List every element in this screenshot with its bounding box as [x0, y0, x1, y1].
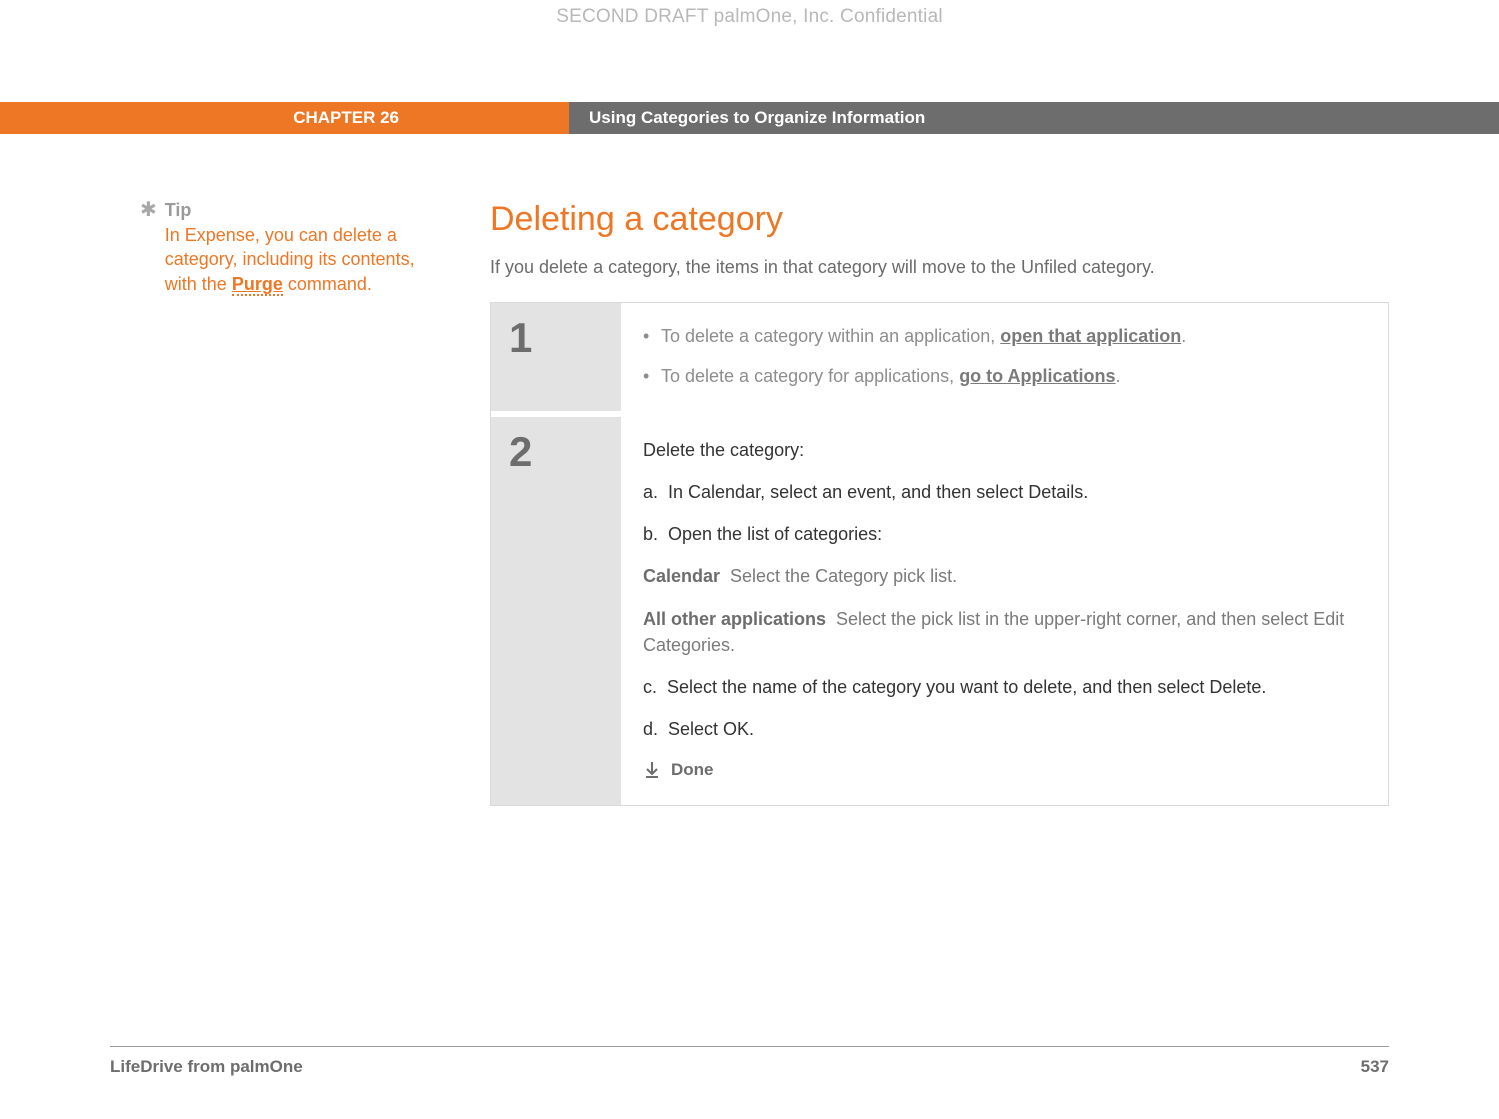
bullet-item: • To delete a category for applications,…: [643, 363, 1366, 389]
done-label: Done: [671, 758, 714, 783]
step-number: 2: [509, 431, 603, 473]
substep-d-text: Select OK.: [668, 719, 754, 739]
substep-c-text: Select the name of the category you want…: [667, 677, 1266, 697]
step-number: 1: [509, 317, 603, 359]
sidebar: ✱ Tip In Expense, you can delete a categ…: [110, 200, 480, 806]
def-label: Calendar: [643, 566, 720, 586]
bullet-text: To delete a category for applications, g…: [661, 363, 1121, 389]
def-text: Select the Category pick list.: [730, 566, 957, 586]
step-body-1: • To delete a category within an applica…: [621, 303, 1388, 411]
page-footer: LifeDrive from palmOne 537: [110, 1046, 1389, 1077]
bullet-text: To delete a category within an applicati…: [661, 323, 1186, 349]
step-number-cell: 2: [491, 417, 621, 804]
bullet-before: To delete a category within an applicati…: [661, 326, 1000, 346]
step-number-cell: 1: [491, 303, 621, 411]
done-row: Done: [643, 758, 1366, 783]
substep-d: d. Select OK.: [643, 716, 1366, 742]
chapter-label: CHAPTER 26: [0, 102, 569, 134]
substep-b: b. Open the list of categories:: [643, 521, 1366, 547]
footer-page-number: 537: [1361, 1057, 1389, 1077]
bullet-after: .: [1116, 366, 1121, 386]
bullet-item: • To delete a category within an applica…: [643, 323, 1366, 349]
page-container: CHAPTER 26 Using Categories to Organize …: [110, 0, 1389, 1119]
purge-link[interactable]: Purge: [232, 274, 283, 296]
step-row-2: 2 Delete the category: a. In Calendar, s…: [491, 417, 1388, 804]
chapter-title: Using Categories to Organize Information: [569, 102, 1499, 134]
step-row-1: 1 • To delete a category within an appli…: [491, 303, 1388, 417]
bullet-after: .: [1181, 326, 1186, 346]
bullet-before: To delete a category for applications,: [661, 366, 959, 386]
main-column: Deleting a category If you delete a cate…: [480, 200, 1389, 806]
bullet-dot-icon: •: [643, 323, 653, 349]
substep-c: c. Select the name of the category you w…: [643, 674, 1366, 700]
definition-calendar: Calendar Select the Category pick list.: [643, 563, 1366, 589]
asterisk-icon: ✱: [140, 200, 157, 296]
substep-a: a. In Calendar, select an event, and the…: [643, 479, 1366, 505]
tip-text-after: command.: [283, 274, 372, 294]
tip-block: ✱ Tip In Expense, you can delete a categ…: [140, 200, 450, 296]
tip-text: In Expense, you can delete a category, i…: [165, 223, 450, 296]
open-application-link[interactable]: open that application: [1000, 326, 1181, 346]
substep-a-text: In Calendar, select an event, and then s…: [668, 482, 1088, 502]
tip-label: Tip: [165, 200, 450, 221]
step-heading: Delete the category:: [643, 437, 1366, 463]
step-body-2: Delete the category: a. In Calendar, sel…: [621, 417, 1388, 804]
bullet-dot-icon: •: [643, 363, 653, 389]
def-label: All other applications: [643, 609, 826, 629]
go-to-applications-link[interactable]: go to Applications: [959, 366, 1115, 386]
footer-product-name: LifeDrive from palmOne: [110, 1057, 303, 1077]
done-arrow-icon: [643, 761, 661, 779]
intro-text: If you delete a category, the items in t…: [490, 257, 1389, 278]
tip-body: Tip In Expense, you can delete a categor…: [165, 200, 450, 296]
chapter-header-bar: CHAPTER 26 Using Categories to Organize …: [0, 102, 1499, 134]
content-area: ✱ Tip In Expense, you can delete a categ…: [110, 200, 1389, 806]
steps-table: 1 • To delete a category within an appli…: [490, 302, 1389, 806]
substep-b-text: Open the list of categories:: [668, 524, 882, 544]
page-title: Deleting a category: [490, 200, 1389, 239]
definition-other-apps: All other applicationsSelect the pick li…: [643, 606, 1366, 658]
